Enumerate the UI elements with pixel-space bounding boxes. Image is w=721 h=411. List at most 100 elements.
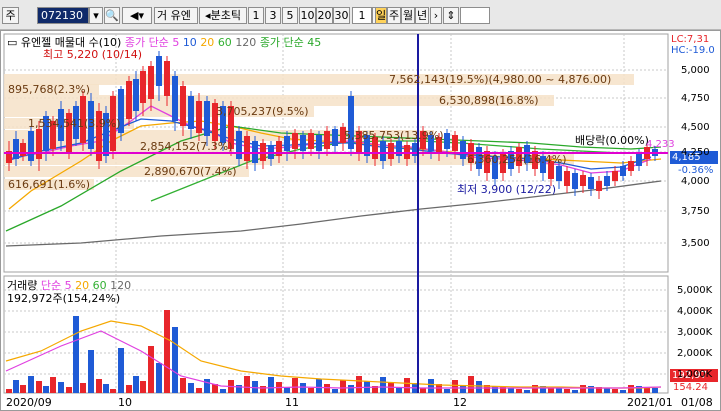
interval-20[interactable]: 20	[316, 7, 333, 24]
vp-label-2: 6,530,898(16.8%)	[439, 94, 539, 107]
tab-month[interactable]: 월	[401, 7, 415, 24]
interval-10[interactable]: 10	[299, 7, 316, 24]
count-field[interactable]: 1	[352, 7, 372, 24]
candle-body	[148, 66, 154, 99]
candle-body	[444, 133, 450, 149]
volume-bar	[140, 381, 146, 393]
search-icon[interactable]: 🔍	[104, 7, 120, 24]
candle-body	[236, 131, 242, 159]
stock-code-input[interactable]: 072130	[37, 7, 89, 24]
volume-bar	[532, 385, 538, 393]
volume-y-tick: 3,000K	[677, 327, 713, 338]
interval-3[interactable]: 3	[265, 7, 281, 24]
next-arrow-icon[interactable]: ›	[430, 7, 442, 24]
volume-bar	[103, 384, 109, 393]
volume-bar	[588, 386, 594, 393]
candle-body	[180, 86, 186, 126]
split-tick-label: 분초틱	[210, 9, 241, 22]
volume-y-tick: 4,000K	[677, 306, 713, 317]
candle-body	[292, 133, 298, 149]
candle-body	[380, 141, 386, 161]
chart-canvas	[3, 33, 669, 394]
volume-bar	[620, 390, 626, 393]
volume-y-tick: 1,000K	[677, 369, 713, 380]
split-tick-button[interactable]: ◂분초틱	[199, 7, 247, 24]
candle-body	[388, 143, 394, 159]
x-tick-0: 2020/09	[6, 396, 52, 409]
interval-1[interactable]: 1	[248, 7, 264, 24]
vp-label-9: 616,691(1.6%)	[8, 178, 91, 191]
volume-bar	[428, 379, 434, 393]
x-tick-2: 11	[285, 396, 299, 409]
updown-icon[interactable]: ⇕	[443, 7, 459, 24]
volume-last-pct: 154.24	[673, 382, 708, 393]
legend-ma20: 20	[200, 36, 215, 49]
volume-bar	[300, 383, 306, 393]
candle-body	[172, 76, 178, 121]
volume-bar	[476, 381, 482, 393]
volume-bar	[50, 377, 56, 393]
candle-body	[452, 135, 458, 151]
candle-body	[620, 166, 626, 176]
volume-current-label: 192,972주(154,24%)	[7, 292, 121, 305]
candle-body	[13, 139, 19, 159]
candle-body	[628, 161, 634, 171]
candle-body	[460, 141, 466, 159]
code-dropdown[interactable]: ▾	[89, 7, 103, 24]
legend-stock: ▭	[7, 36, 21, 49]
volume-ma5: 5	[64, 279, 72, 292]
volume-bar	[524, 390, 530, 393]
tab-day[interactable]: 일	[375, 7, 387, 24]
volume-bar	[188, 383, 194, 393]
volume-bar	[36, 381, 42, 393]
type-select[interactable]: 주	[2, 7, 19, 24]
extra-input[interactable]	[460, 7, 490, 24]
volume-bar	[444, 389, 450, 393]
legend-ma60: 60	[217, 36, 232, 49]
volume-bar	[404, 378, 410, 393]
chart-area[interactable]: ▭ 유엔젤 매물대 수(10) 종가 단순 5 10 20 60 120 종가 …	[0, 30, 721, 411]
volume-bar	[516, 389, 522, 393]
dividend-label: 배당락(0.00%)	[575, 134, 649, 147]
volume-bar	[292, 378, 298, 393]
tab-year[interactable]: 년	[415, 7, 429, 24]
candle-body	[126, 81, 132, 119]
interval-30[interactable]: 30	[333, 7, 350, 24]
volume-bar	[572, 390, 578, 393]
tab-week[interactable]: 주	[387, 7, 401, 24]
vp-label-10: 6,360,254(16.4%)	[467, 153, 567, 166]
x-tick-1: 10	[118, 396, 132, 409]
volume-y-tick: 5,000K	[677, 285, 713, 296]
volume-bar	[148, 346, 154, 393]
vp-label-1: 7,562,143(19.5%)(4,980.00 ~ 4,876.00)	[389, 73, 612, 86]
volume-bar	[556, 388, 562, 393]
volume-ma120: 120	[110, 279, 132, 292]
candle-body	[204, 101, 210, 136]
volume-bar	[492, 386, 498, 393]
price-y-tick: 4,000	[681, 176, 710, 187]
stock-name-field[interactable]: 거 유엔	[154, 7, 198, 24]
volume-bar	[268, 377, 274, 393]
volume-bar	[420, 388, 426, 393]
volume-bar	[66, 387, 72, 393]
volume-bar	[452, 380, 458, 393]
volume-title: 거래량	[7, 279, 38, 292]
volume-legend: 거래량 단순 5 20 60 120	[7, 279, 131, 292]
volume-bar	[96, 379, 102, 393]
volume-bar	[88, 350, 94, 393]
vp-label-4: 5,385,753(13.9%)	[344, 129, 444, 142]
volume-bar	[340, 380, 346, 393]
volume-bar	[308, 388, 314, 393]
volume-bar	[13, 380, 19, 393]
candle-body	[604, 176, 610, 186]
volume-y-tick: 2,000K	[677, 348, 713, 359]
volume-bar	[468, 376, 474, 393]
volume-bar	[126, 385, 132, 393]
volume-bar	[156, 363, 162, 393]
volume-bar	[58, 382, 64, 393]
volume-bar	[43, 386, 49, 393]
interval-5[interactable]: 5	[282, 7, 298, 24]
volume-bar	[28, 376, 34, 393]
volume-bar	[118, 348, 124, 393]
speaker-icon[interactable]: ◀▾	[122, 7, 152, 24]
